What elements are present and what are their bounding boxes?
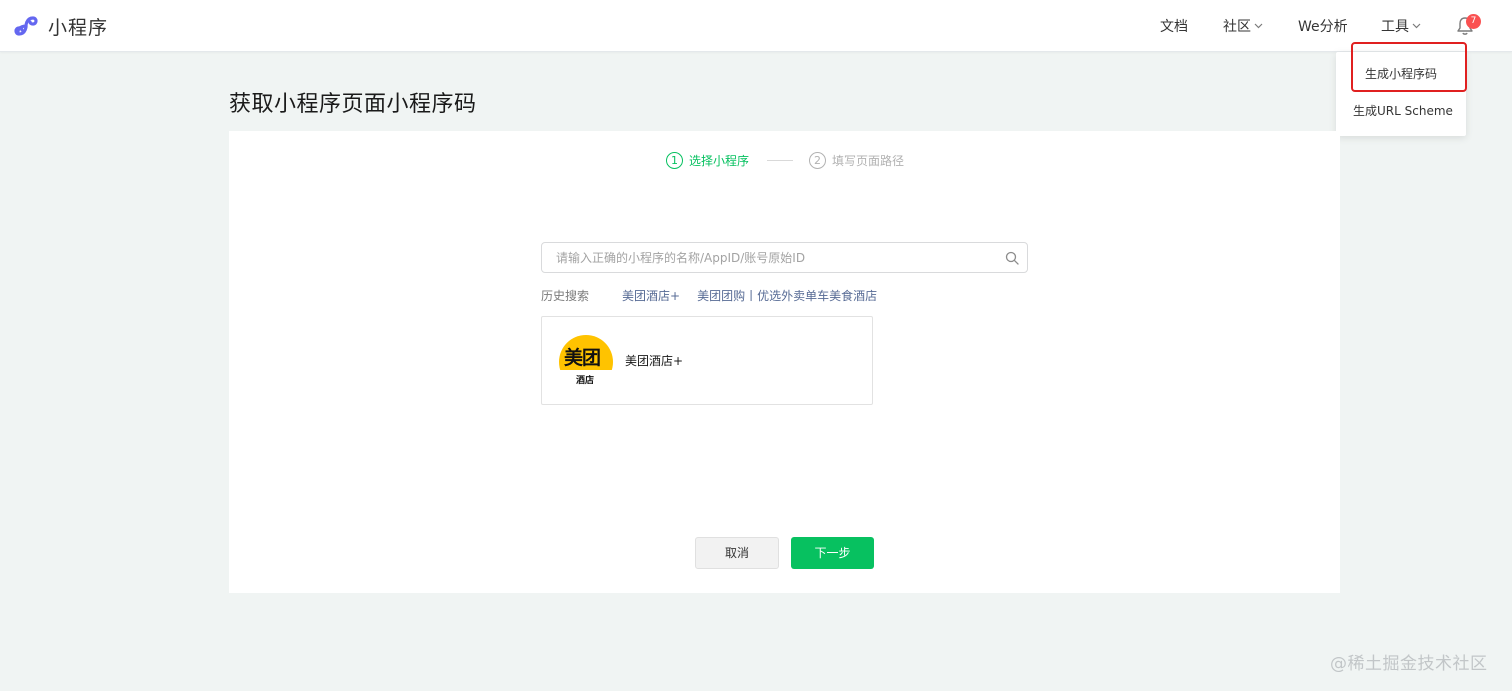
chevron-down-icon [1254,23,1263,29]
nav-community[interactable]: 社区 [1223,16,1263,36]
history-item[interactable]: 美团团购丨优选外卖单车美食酒店 [697,287,877,304]
nav-community-label: 社区 [1223,19,1251,35]
miniprogram-search-input[interactable] [556,249,986,267]
top-nav-bar: 小程序 文档 社区 We分析 工具 7 [0,0,1512,52]
next-step-button[interactable]: 下一步 [791,537,874,569]
logo-text: 小程序 [48,16,109,39]
miniprogram-logo-icon [14,16,38,36]
search-history-label: 历史搜索 [541,289,590,303]
step-connector [767,159,794,161]
nav-we-analytics[interactable]: We分析 [1298,16,1348,36]
step-2-label: 填写页面路径 [832,153,905,168]
result-name: 美团酒店+ [625,354,684,368]
nav-tools[interactable]: 工具 [1381,16,1421,36]
history-item[interactable]: 美团酒店+ [622,287,680,304]
search-result-card[interactable]: 美团 酒店 美团酒店+ [541,316,873,405]
step-1-number: 1 [666,151,683,169]
menu-item-generate-url-scheme-label: 生成URL Scheme [1353,104,1453,118]
logo-text-sub: 酒店 [576,376,595,386]
app-logo[interactable]: 小程序 [12,11,108,41]
cancel-button[interactable]: 取消 [695,537,779,569]
nav-docs-label: 文档 [1160,19,1188,35]
menu-item-generate-url-scheme[interactable]: 生成URL Scheme [1336,91,1466,127]
step-1: 1 选择小程序 [666,151,750,169]
step-2-number: 2 [809,151,827,169]
search-box [541,242,1028,273]
step-indicator: 1 选择小程序 2 填写页面路径 [666,151,904,169]
page-title: 获取小程序页面小程序码 [229,92,477,117]
tools-dropdown-menu: 生成小程序码 生成URL Scheme [1336,52,1466,136]
chevron-down-icon [1412,23,1421,29]
step-1-label: 选择小程序 [689,153,750,168]
logo-text-main: 美团 [564,347,601,369]
menu-item-generate-qrcode[interactable]: 生成小程序码 [1336,54,1466,90]
notification-badge: 7 [1466,14,1481,29]
nav-tools-label: 工具 [1381,19,1409,35]
step-2: 2 填写页面路径 [809,151,905,169]
search-history: 历史搜索 美团酒店+ 美团团购丨优选外卖单车美食酒店 [541,287,894,304]
menu-item-generate-qrcode-label: 生成小程序码 [1365,67,1438,81]
nav-docs[interactable]: 文档 [1160,16,1188,36]
nav-we-analytics-label: We分析 [1298,19,1348,35]
watermark-text: @稀土掘金技术社区 [1330,654,1488,674]
search-icon[interactable] [1005,251,1019,265]
